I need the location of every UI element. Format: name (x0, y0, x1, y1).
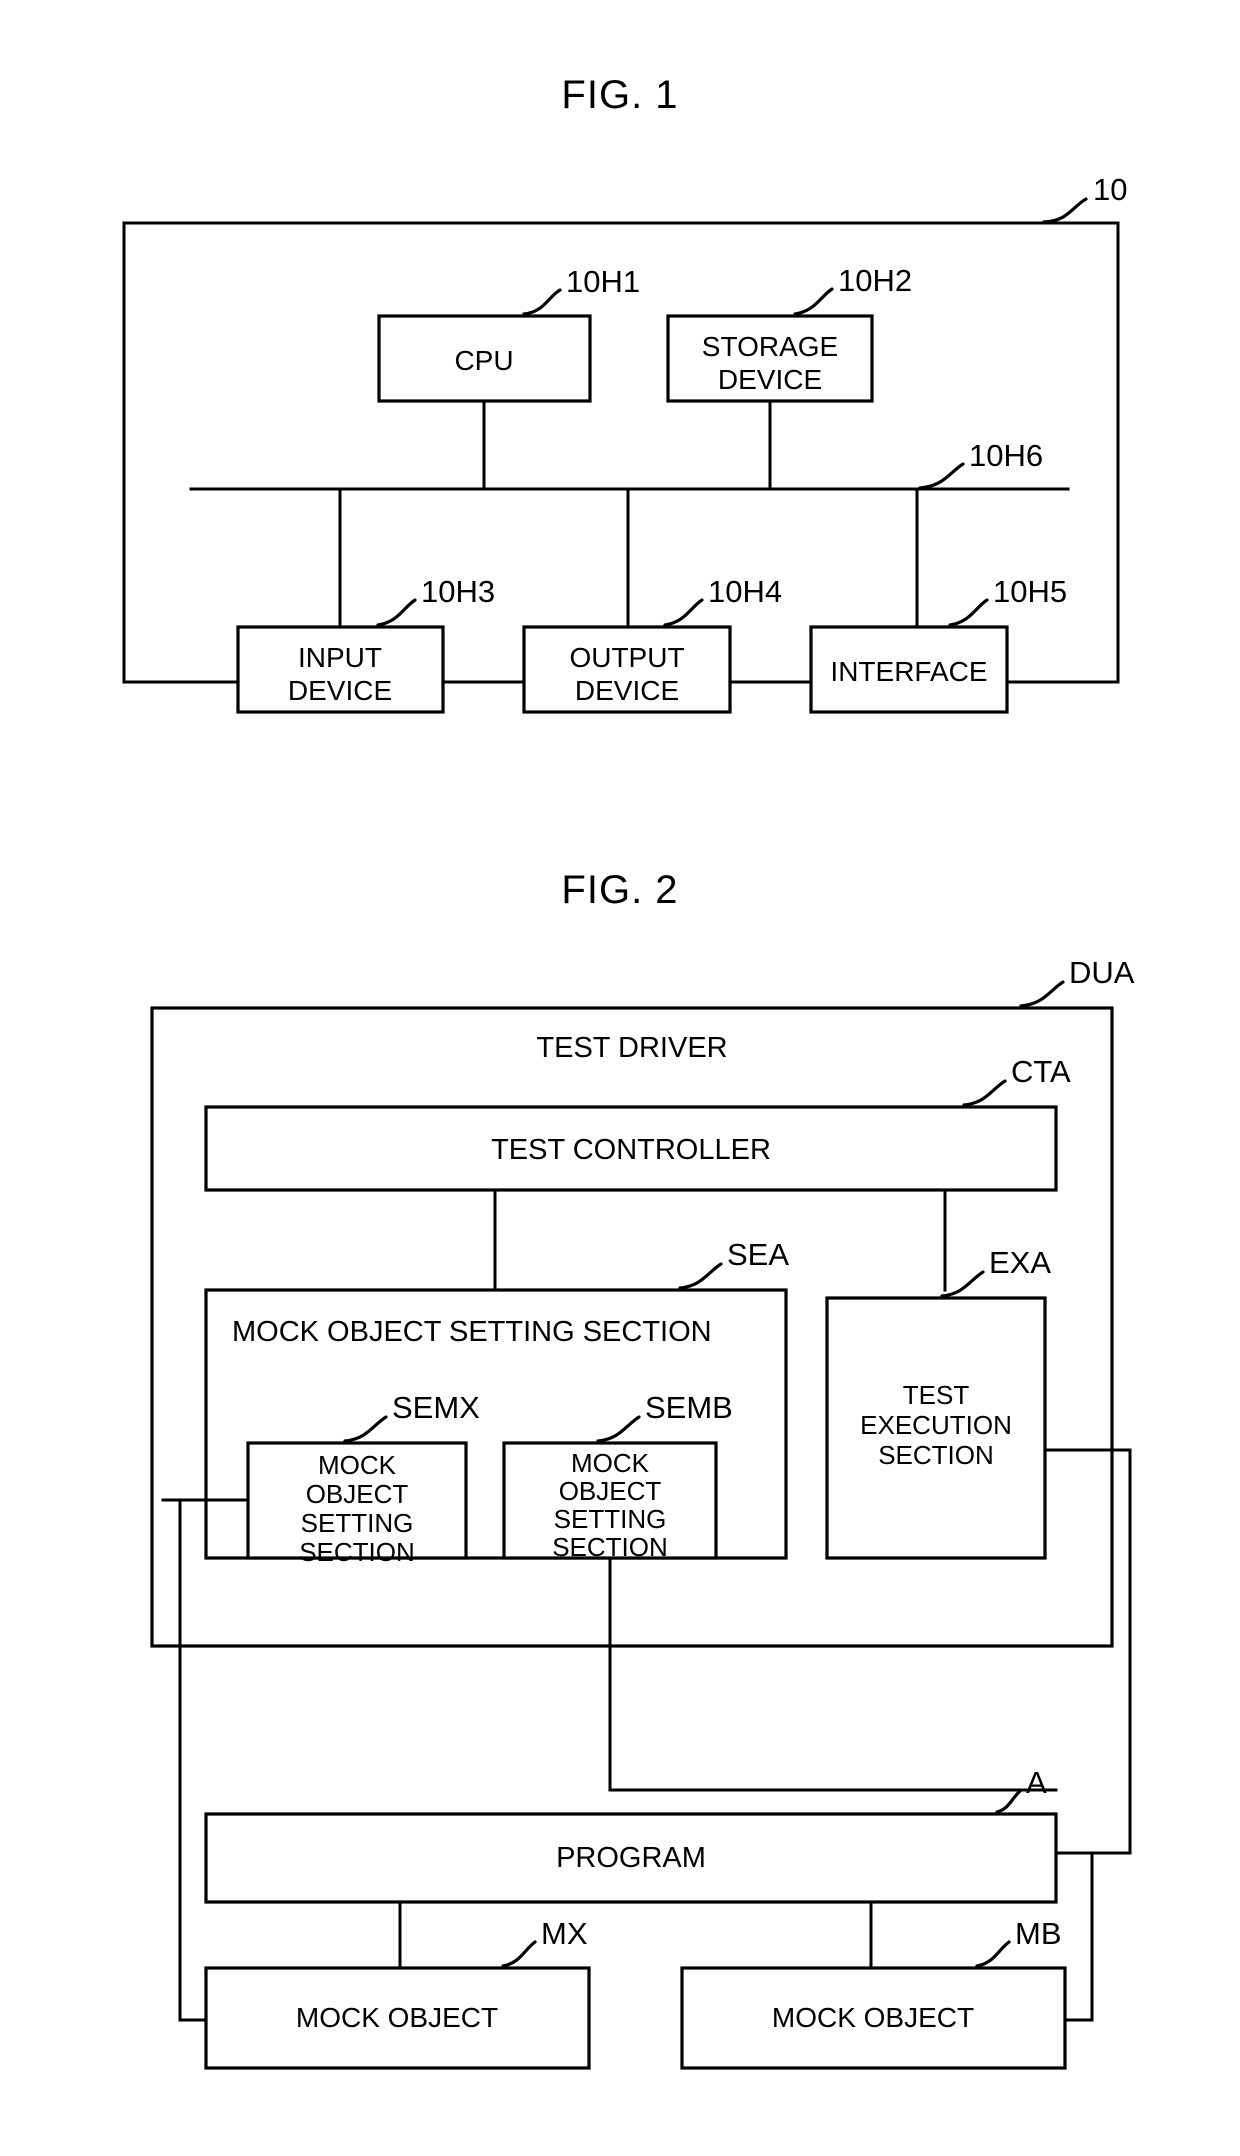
figures-canvas: FIG. 1 10 CPU 10H1 STORAGE DEVICE 10H2 1… (122, 73, 1135, 2070)
mock-object-b-label: MOCK OBJECT (772, 2002, 974, 2033)
leader-10h3 (376, 598, 417, 627)
figure-1-group: FIG. 1 10 CPU 10H1 STORAGE DEVICE 10H2 1… (122, 73, 1127, 714)
leader-dua (1019, 980, 1065, 1008)
ref-label-semx: SEMX (392, 1390, 480, 1425)
mock-setting-x-line1: MOCK (318, 1450, 397, 1480)
program-label: PROGRAM (556, 1842, 706, 1874)
ref-label-10h6: 10H6 (969, 438, 1043, 473)
figure-2-title: FIG. 2 (561, 868, 678, 912)
leader-mb (975, 1940, 1011, 1968)
ref-label-mx: MX (541, 1916, 588, 1951)
test-execution-line3: SECTION (878, 1440, 994, 1470)
ref-label-semb: SEMB (645, 1390, 733, 1425)
ref-label-mb: MB (1015, 1916, 1062, 1951)
ref-label-10h2: 10H2 (838, 263, 912, 298)
figure-1-title: FIG. 1 (561, 73, 678, 117)
mock-setting-x-line2: OBJECT (306, 1479, 409, 1509)
storage-device-label-line1: STORAGE (702, 331, 838, 362)
leader-10h4 (663, 598, 704, 627)
ref-label-10h1: 10H1 (566, 264, 640, 299)
ref-label-dua: DUA (1069, 955, 1135, 990)
mock-setting-x-line3: SETTING (301, 1508, 414, 1538)
mock-setting-b-line1: MOCK (571, 1448, 650, 1478)
figure-2-group: FIG. 2 TEST DRIVER DUA TEST CONTROLLER C… (150, 868, 1135, 2070)
leader-a (995, 1789, 1022, 1814)
mock-setting-b-line2: OBJECT (559, 1476, 662, 1506)
leader-10h2 (793, 287, 834, 316)
mock-object-x-label: MOCK OBJECT (296, 2002, 498, 2033)
leader-10h5 (948, 598, 989, 627)
ref-label-10h3: 10H3 (421, 574, 495, 609)
test-driver-label: TEST DRIVER (536, 1032, 727, 1064)
interface-label: INTERFACE (830, 656, 987, 687)
leader-10h6 (918, 462, 965, 490)
ref-label-10: 10 (1093, 172, 1127, 207)
output-device-label-line1: OUTPUT (569, 642, 684, 673)
ref-label-cta: CTA (1011, 1054, 1071, 1089)
enclosure-left-edge (122, 221, 240, 684)
output-device-label-line2: DEVICE (575, 675, 679, 706)
leader-mx (501, 1940, 537, 1968)
input-device-label-line1: INPUT (298, 642, 382, 673)
test-execution-line2: EXECUTION (860, 1410, 1012, 1440)
ref-label-sea: SEA (727, 1237, 789, 1272)
ref-label-a: A (1026, 1765, 1047, 1800)
ref-label-10h5: 10H5 (993, 574, 1067, 609)
test-controller-label: TEST CONTROLLER (491, 1134, 771, 1166)
storage-device-label-line2: DEVICE (718, 364, 822, 395)
ref-label-exa: EXA (989, 1245, 1051, 1280)
input-device-label-line2: DEVICE (288, 675, 392, 706)
mock-setting-b-line3: SETTING (554, 1504, 667, 1534)
ref-label-10h4: 10H4 (708, 574, 782, 609)
leader-10h1 (522, 288, 562, 316)
mock-setting-x-line4: SECTION (299, 1537, 415, 1567)
leader-10 (1042, 197, 1088, 224)
test-execution-line1: TEST (903, 1380, 970, 1410)
cpu-label: CPU (454, 345, 513, 376)
mock-object-setting-section-label: MOCK OBJECT SETTING SECTION (232, 1316, 712, 1348)
mock-b-to-right-rail (1063, 1851, 1094, 2022)
patent-drawing-sheet: FIG. 1 10 CPU 10H1 STORAGE DEVICE 10H2 1… (0, 0, 1240, 2156)
